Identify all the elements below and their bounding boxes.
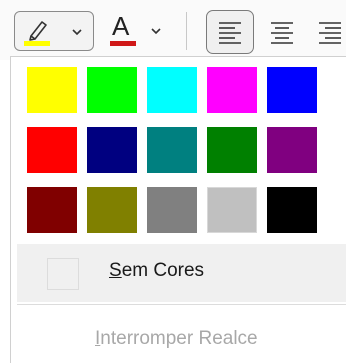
color-swatch[interactable] — [267, 187, 317, 233]
color-swatch[interactable] — [87, 127, 137, 173]
color-swatch[interactable] — [27, 67, 77, 113]
align-left-button[interactable] — [206, 10, 254, 54]
chevron-down-icon[interactable] — [71, 28, 83, 36]
no-color-swatch — [47, 258, 79, 290]
no-color-label: Sem Cores — [109, 260, 205, 281]
color-swatch[interactable] — [207, 187, 257, 233]
color-swatch[interactable] — [147, 67, 197, 113]
align-right-icon — [319, 22, 341, 44]
align-center-icon — [271, 22, 293, 44]
chevron-down-icon[interactable] — [150, 27, 162, 35]
align-right-button[interactable] — [314, 10, 346, 54]
color-swatch[interactable] — [87, 67, 137, 113]
font-color-letter: A — [112, 11, 130, 41]
toolbar-separator — [186, 12, 187, 50]
color-swatch[interactable] — [267, 67, 317, 113]
color-swatch[interactable] — [207, 127, 257, 173]
align-left-icon — [219, 22, 241, 44]
color-swatch[interactable] — [267, 127, 317, 173]
font-color-button[interactable]: A — [106, 11, 168, 51]
color-swatch[interactable] — [147, 127, 197, 173]
highlight-color-button[interactable] — [14, 11, 94, 51]
menu-divider — [17, 304, 346, 305]
no-color-menu-item[interactable]: Sem Cores — [17, 244, 346, 302]
color-swatch[interactable] — [27, 127, 77, 173]
font-color-bar — [110, 41, 136, 46]
color-swatch[interactable] — [27, 187, 77, 233]
highlighter-pen-icon — [24, 21, 50, 46]
color-swatch[interactable] — [87, 187, 137, 233]
color-swatch[interactable] — [147, 187, 197, 233]
color-swatch[interactable] — [207, 67, 257, 113]
align-center-button[interactable] — [264, 10, 300, 54]
toolbar: A — [0, 0, 346, 60]
stop-highlighting-menu-item[interactable]: Interromper Realce — [95, 328, 258, 350]
highlight-color-dropdown: Sem Cores Interromper Realce — [10, 56, 346, 363]
